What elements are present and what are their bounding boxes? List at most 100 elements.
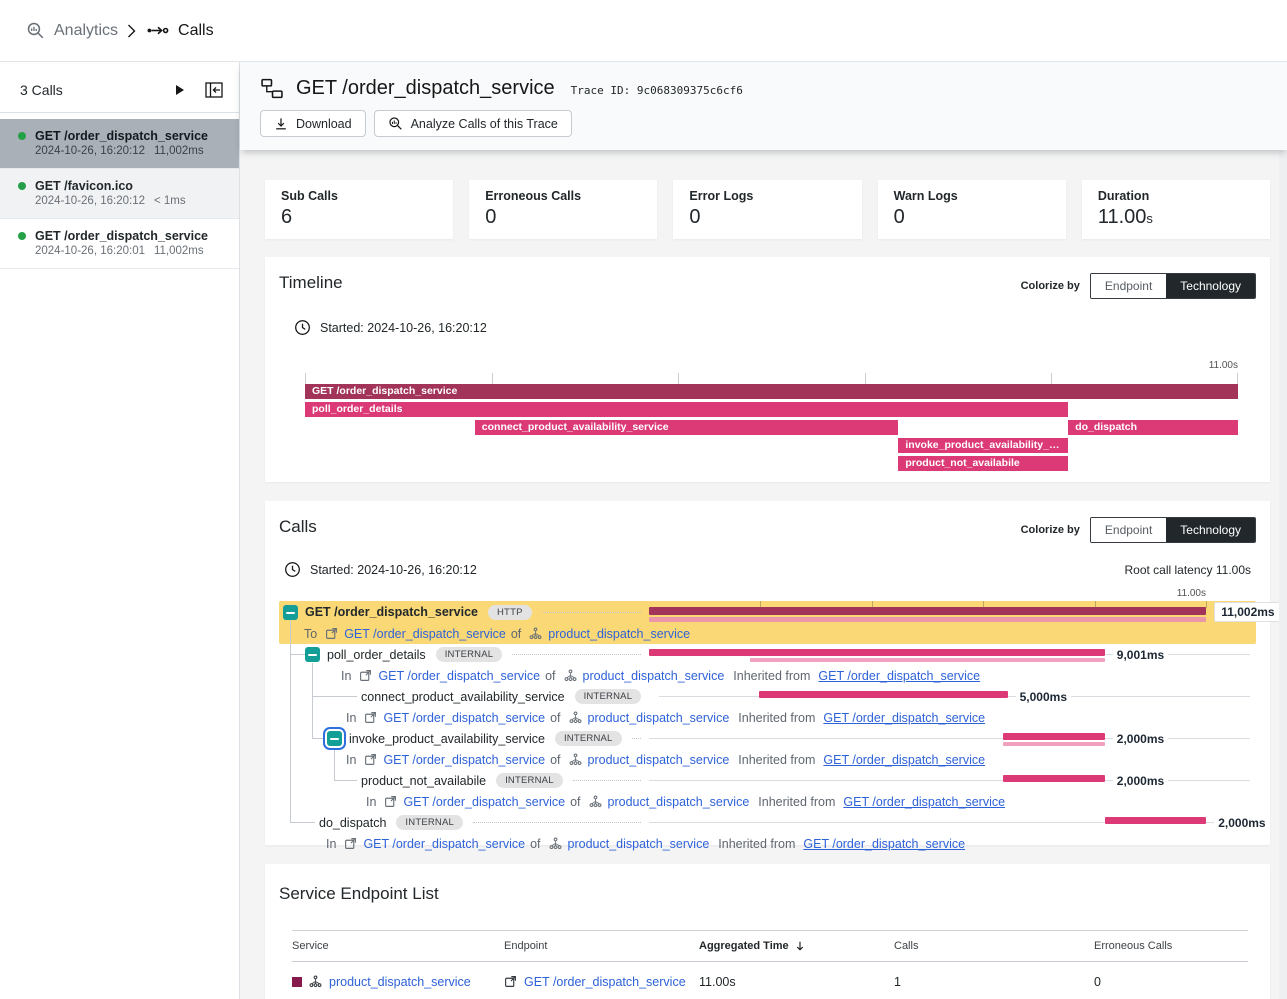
collapse-toggle[interactable] [305,647,320,662]
service-link[interactable]: product_dispatch_service [608,795,750,809]
latency-bar [649,617,1206,622]
call-row[interactable]: do_dispatchINTERNAL2,000msInGET /order_d… [279,812,1256,854]
stat-label: Sub Calls [281,189,437,203]
endpoint-cell: GET /order_dispatch_service [504,975,699,989]
call-row-main: connect_product_availability_serviceINTE… [279,686,1256,707]
calls-card: Calls Colorize byEndpointTechnology Star… [265,501,1270,845]
colorize-option-technology[interactable]: Technology [1166,274,1255,298]
latency-label: 5,000ms [1016,689,1071,705]
call-row[interactable]: product_not_availabileINTERNAL2,000msInG… [279,770,1256,812]
call-list-item[interactable]: GET /order_dispatch_service2024-10-26, 1… [0,119,239,168]
relation-prefix: In [326,837,336,851]
stat-unit: s [1146,211,1153,226]
play-icon[interactable] [175,84,185,96]
timeline-chart: GET /order_dispatch_service poll_order_de… [305,384,1238,471]
call-type-badge: INTERNAL [396,815,463,830]
inherited-from-label: Inherited from [758,795,835,809]
analyze-trace-button[interactable]: Analyze Calls of this Trace [374,110,572,137]
inherited-from-link[interactable]: GET /order_dispatch_service [823,753,985,767]
service-link[interactable]: product_dispatch_service [568,837,710,851]
call-row[interactable]: invoke_product_availability_serviceINTER… [279,728,1256,770]
trace-header: GET /order_dispatch_service Trace ID: 9c… [240,62,1287,150]
service-endpoint-card: Service Endpoint List ServiceEndpointAgg… [265,864,1270,999]
inherited-from-link[interactable]: GET /order_dispatch_service [818,669,980,683]
service-color-swatch [292,977,302,987]
status-dot-icon [18,232,26,240]
call-row[interactable]: connect_product_availability_serviceINTE… [279,686,1256,728]
latency-chart: 2,000ms [649,728,1256,749]
call-row-relation: InGET /order_dispatch_serviceofproduct_d… [279,833,1256,854]
timeline-span-bar[interactable]: do_dispatch [1068,420,1238,435]
latency-chart: 9,001ms [649,644,1256,665]
call-row-main: product_not_availabileINTERNAL2,000ms [279,770,1256,791]
call-row[interactable]: poll_order_detailsINTERNAL9,001msInGET /… [279,644,1256,686]
timeline-span-bar[interactable]: product_not_availabile [898,456,1068,471]
collapse-toggle[interactable] [283,605,298,620]
endpoint-link[interactable]: GET /order_dispatch_service [344,627,506,641]
colorize-option-endpoint[interactable]: Endpoint [1091,518,1166,542]
inherited-from-label: Inherited from [738,711,815,725]
latency-bar [1003,733,1104,740]
colorize-option-endpoint[interactable]: Endpoint [1091,274,1166,298]
timeline-span-bar[interactable]: invoke_product_availability_service [898,438,1068,453]
call-row-name-area: poll_order_detailsINTERNAL [279,644,649,665]
latency-chart: 2,000ms [649,812,1256,833]
timeline-ticks [305,372,1238,384]
call-list-item[interactable]: GET /order_dispatch_service2024-10-26, 1… [0,219,239,269]
stat-label: Error Logs [689,189,845,203]
collapse-panel-icon[interactable] [205,82,223,98]
endpoint-link[interactable]: GET /order_dispatch_service [383,753,545,767]
breadcrumb-analytics[interactable]: Analytics [54,22,118,40]
breadcrumb-calls[interactable]: Calls [178,22,214,40]
endpoint-link[interactable]: GET /order_dispatch_service [363,837,525,851]
endpoint-link[interactable]: GET /order_dispatch_service [383,711,545,725]
calls-title: Calls [279,517,317,537]
call-item-timestamp: 2024-10-26, 16:20:01 [35,245,145,257]
tree-connector [290,654,305,655]
inherited-from-link[interactable]: GET /order_dispatch_service [843,795,1005,809]
call-item-subtitle: 2024-10-26, 16:20:12< 1ms [35,194,186,209]
inherited-from-link[interactable]: GET /order_dispatch_service [823,711,985,725]
table-row: product_dispatch_service GET /order_dispa… [292,962,1248,999]
call-row-main: do_dispatchINTERNAL2,000ms [279,812,1256,833]
clock-icon [284,561,301,578]
axis-tick [865,373,866,384]
timeline-span-bar[interactable]: connect_product_availability_service [475,420,899,435]
service-link[interactable]: product_dispatch_service [329,975,471,989]
service-link[interactable]: product_dispatch_service [583,669,725,683]
latency-label: 9,001ms [1113,647,1168,663]
clock-icon [294,319,311,336]
endpoint-link[interactable]: GET /order_dispatch_service [524,975,686,989]
timeline-span-bar[interactable]: poll_order_details [305,402,1068,417]
endpoint-link[interactable]: GET /order_dispatch_service [378,669,540,683]
axis-tick [1051,373,1052,384]
inherited-from-link[interactable]: GET /order_dispatch_service [803,837,965,851]
column-header-erroneous-calls[interactable]: Erroneous Calls [1094,940,1248,952]
service-icon [529,627,542,640]
dotted-leader [542,612,641,613]
colorize-option-technology[interactable]: Technology [1166,518,1255,542]
scrollbar[interactable] [1279,62,1287,999]
table-body: product_dispatch_service GET /order_dispa… [292,962,1248,999]
call-list-item[interactable]: GET /favicon.ico2024-10-26, 16:20:12< 1m… [0,168,239,219]
column-header-endpoint[interactable]: Endpoint [504,940,699,952]
column-header-service[interactable]: Service [292,940,504,952]
service-link[interactable]: product_dispatch_service [588,753,730,767]
call-row[interactable]: GET /order_dispatch_serviceHTTP11,002msT… [279,601,1256,644]
download-button[interactable]: Download [260,110,366,137]
download-icon [274,117,288,131]
sort-descending-icon[interactable] [794,940,806,952]
timeline-span-bar[interactable]: GET /order_dispatch_service [305,384,1238,399]
column-header-aggregated-time[interactable]: Aggregated Time [699,940,894,952]
service-link[interactable]: product_dispatch_service [548,627,690,641]
stat-label: Warn Logs [894,189,1050,203]
sidebar-header: 3 Calls [0,62,239,113]
endpoint-link[interactable]: GET /order_dispatch_service [403,795,565,809]
service-link[interactable]: product_dispatch_service [588,711,730,725]
column-header-calls[interactable]: Calls [894,940,1094,952]
latency-bar-area [659,686,1207,707]
collapse-toggle[interactable] [327,731,342,746]
scroll-content: Sub Calls6Erroneous Calls0Error Logs0War… [240,150,1287,999]
stat-card: Error Logs0 [673,180,861,239]
axis-tick [678,373,679,384]
